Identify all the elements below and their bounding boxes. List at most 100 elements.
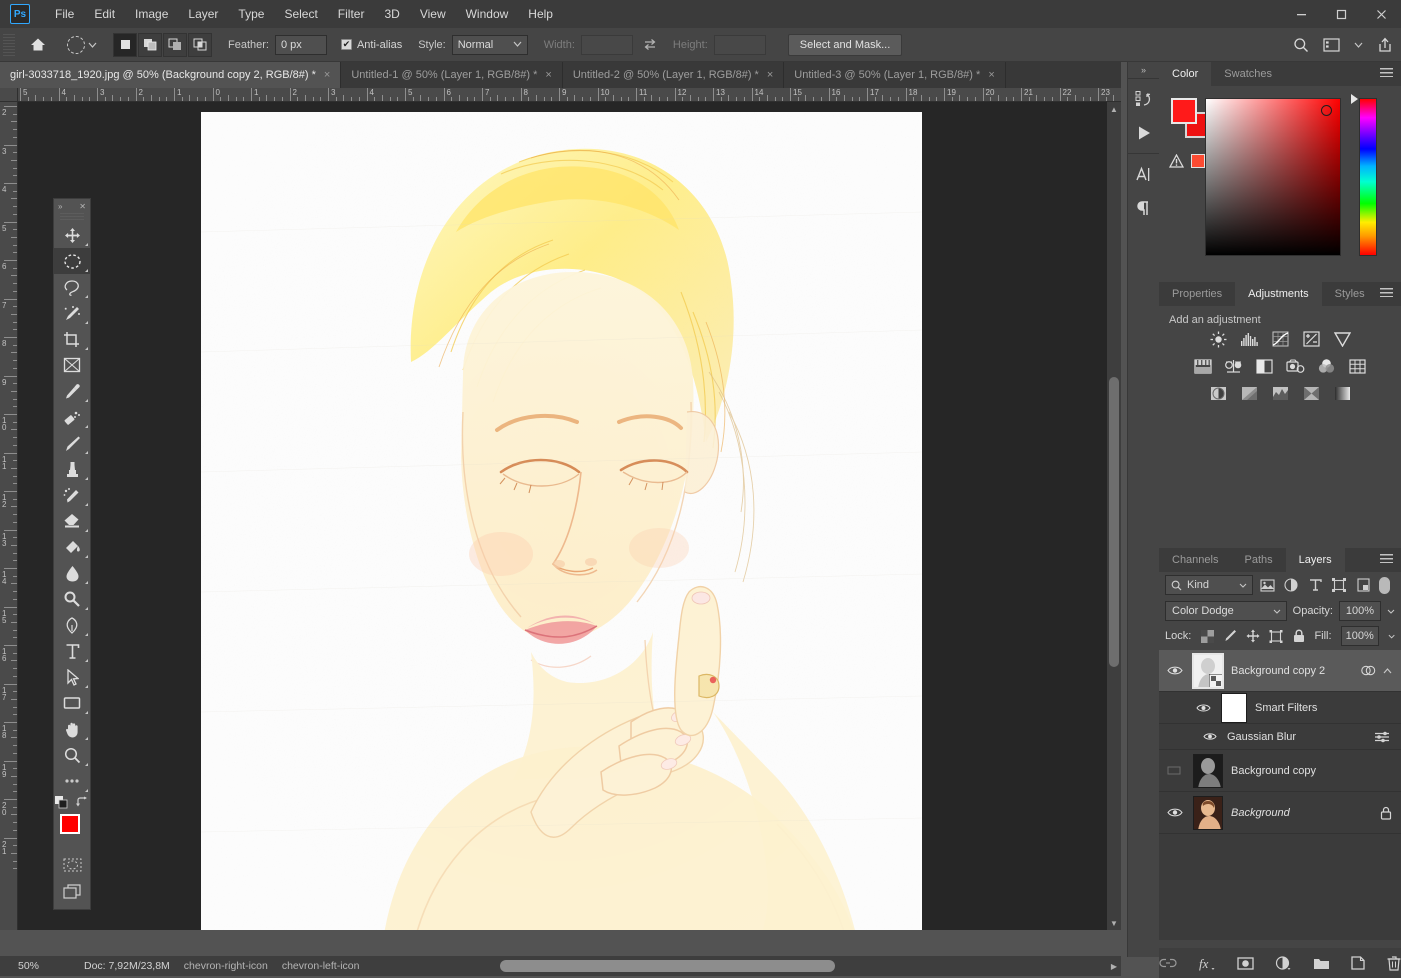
maximize-icon[interactable] <box>1321 0 1361 28</box>
layer-visibility-icon[interactable] <box>1165 665 1185 676</box>
layer-filter-kind-select[interactable]: Kind <box>1165 575 1253 595</box>
tab-layers[interactable]: Layers <box>1285 548 1345 572</box>
curves-icon[interactable] <box>1270 330 1290 348</box>
ruler-corner[interactable] <box>0 88 18 102</box>
link-layers-icon[interactable] <box>1159 954 1177 972</box>
color-balance-icon[interactable] <box>1224 357 1244 375</box>
panel-menu-icon[interactable] <box>1380 554 1393 563</box>
smart-filters-visibility-icon[interactable] <box>1193 703 1213 713</box>
height-input[interactable] <box>713 34 766 55</box>
table-row[interactable]: Background copy <box>1159 750 1401 792</box>
tab-adjustments[interactable]: Adjustments <box>1235 282 1322 306</box>
opacity-chevron-down-icon[interactable] <box>1387 609 1395 614</box>
vertical-ruler[interactable]: 234567891 01 11 21 31 41 51 61 71 81 92 … <box>0 102 18 930</box>
filter-enable-toggle[interactable] <box>1379 576 1390 594</box>
canvas-horizontal-scrollbar[interactable]: ▶ <box>0 956 1121 976</box>
quick-mask-icon[interactable] <box>54 852 90 878</box>
smart-filter-mask-thumbnail[interactable] <box>1221 692 1247 723</box>
select-and-mask-button[interactable]: Select and Mask... <box>787 33 903 56</box>
layer-visibility-icon[interactable] <box>1165 765 1185 776</box>
filter-shape-icon[interactable] <box>1329 575 1349 595</box>
feather-input[interactable] <box>274 34 327 55</box>
vibrance-icon[interactable] <box>1332 330 1352 348</box>
filter-visibility-icon[interactable] <box>1203 732 1219 741</box>
layer-name[interactable]: Background <box>1231 807 1372 819</box>
search-icon[interactable] <box>1293 37 1309 53</box>
document-canvas[interactable] <box>201 112 922 930</box>
new-layer-icon[interactable] <box>1351 954 1366 972</box>
scroll-down-icon[interactable]: ▼ <box>1107 916 1121 930</box>
close-icon[interactable] <box>1361 0 1401 28</box>
close-icon[interactable]: × <box>545 69 551 81</box>
chevron-down-icon[interactable] <box>1354 42 1363 48</box>
anti-alias-checkbox[interactable]: ✔ Anti-alias <box>340 39 402 51</box>
invert-icon[interactable] <box>1208 384 1228 402</box>
smart-filter-badge-icon[interactable] <box>1361 664 1376 677</box>
close-icon[interactable]: × <box>988 69 994 81</box>
black-and-white-icon[interactable] <box>1255 357 1275 375</box>
add-layer-mask-icon[interactable] <box>1237 954 1254 972</box>
home-icon[interactable] <box>23 33 53 57</box>
selective-color-icon[interactable] <box>1332 384 1352 402</box>
chevron-up-icon[interactable] <box>1383 667 1392 674</box>
new-selection-button[interactable] <box>113 32 137 57</box>
canvas-vertical-scrollbar[interactable]: ▲ ▼ <box>1107 102 1121 930</box>
scroll-up-icon[interactable]: ▲ <box>1107 102 1121 116</box>
path-selection-tool[interactable] <box>54 664 90 690</box>
menu-item-view[interactable]: View <box>411 3 455 25</box>
new-group-icon[interactable] <box>1313 954 1330 972</box>
eyedropper-tool[interactable] <box>54 378 90 404</box>
tab-properties[interactable]: Properties <box>1159 282 1236 306</box>
layer-thumbnail[interactable] <box>1193 753 1223 788</box>
filter-smart-object-icon[interactable] <box>1353 575 1373 595</box>
posterize-icon[interactable] <box>1239 384 1259 402</box>
close-icon[interactable]: × <box>767 69 773 81</box>
blend-mode-select[interactable]: Color Dodge <box>1165 601 1287 621</box>
table-row[interactable]: Background <box>1159 792 1401 834</box>
subtract-from-selection-button[interactable] <box>163 32 187 57</box>
menu-item-type[interactable]: Type <box>229 3 273 25</box>
swap-dimensions-icon[interactable] <box>643 38 657 51</box>
history-brush-tool[interactable] <box>54 482 90 508</box>
tab-color[interactable]: Color <box>1159 62 1212 86</box>
elliptical-marquee-tool[interactable] <box>54 248 90 274</box>
gamut-warning-swatch[interactable] <box>1191 154 1205 168</box>
blur-tool[interactable] <box>54 560 90 586</box>
layer-visibility-icon[interactable] <box>1165 807 1185 818</box>
layer-thumbnail[interactable] <box>1192 652 1224 689</box>
add-layer-style-icon[interactable]: fx <box>1198 954 1216 972</box>
color-lookup-icon[interactable] <box>1348 357 1368 375</box>
intersect-selection-button[interactable] <box>188 32 212 57</box>
menu-item-image[interactable]: Image <box>126 3 177 25</box>
tools-panel-grip[interactable] <box>60 213 84 220</box>
hue-saturation-icon[interactable] <box>1193 357 1213 375</box>
hand-tool[interactable] <box>54 716 90 742</box>
menu-item-3d[interactable]: 3D <box>375 3 408 25</box>
filter-row-gaussian-blur[interactable]: Gaussian Blur <box>1159 724 1401 750</box>
pen-tool[interactable] <box>54 612 90 638</box>
layer-name[interactable]: Background copy 2 <box>1231 665 1353 677</box>
paragraph-icon[interactable] <box>1128 191 1159 225</box>
spot-healing-brush-tool[interactable] <box>54 404 90 430</box>
style-select[interactable]: Normal <box>451 34 528 55</box>
panel-menu-icon[interactable] <box>1380 68 1393 77</box>
channel-mixer-icon[interactable] <box>1317 357 1337 375</box>
zoom-tool[interactable] <box>54 742 90 768</box>
tab-styles[interactable]: Styles <box>1321 282 1378 306</box>
table-row[interactable]: Background copy 2 <box>1159 650 1401 692</box>
minimize-icon[interactable] <box>1281 0 1321 28</box>
crop-tool[interactable] <box>54 326 90 352</box>
double-chevron-right-icon[interactable]: » <box>1128 62 1159 78</box>
new-adjustment-layer-icon[interactable] <box>1275 954 1292 972</box>
character-icon[interactable] <box>1128 157 1159 191</box>
frame-tool[interactable] <box>54 352 90 378</box>
foreground-color-swatch[interactable] <box>60 814 80 834</box>
lock-position-icon[interactable] <box>1246 629 1260 644</box>
vertical-scroll-thumb[interactable] <box>1109 377 1119 667</box>
tab-channels[interactable]: Channels <box>1159 548 1232 572</box>
gamut-warning[interactable] <box>1169 154 1205 168</box>
lock-image-pixels-icon[interactable] <box>1223 629 1237 644</box>
filter-pixel-icon[interactable] <box>1257 575 1277 595</box>
type-tool[interactable] <box>54 638 90 664</box>
threshold-icon[interactable] <box>1270 384 1290 402</box>
